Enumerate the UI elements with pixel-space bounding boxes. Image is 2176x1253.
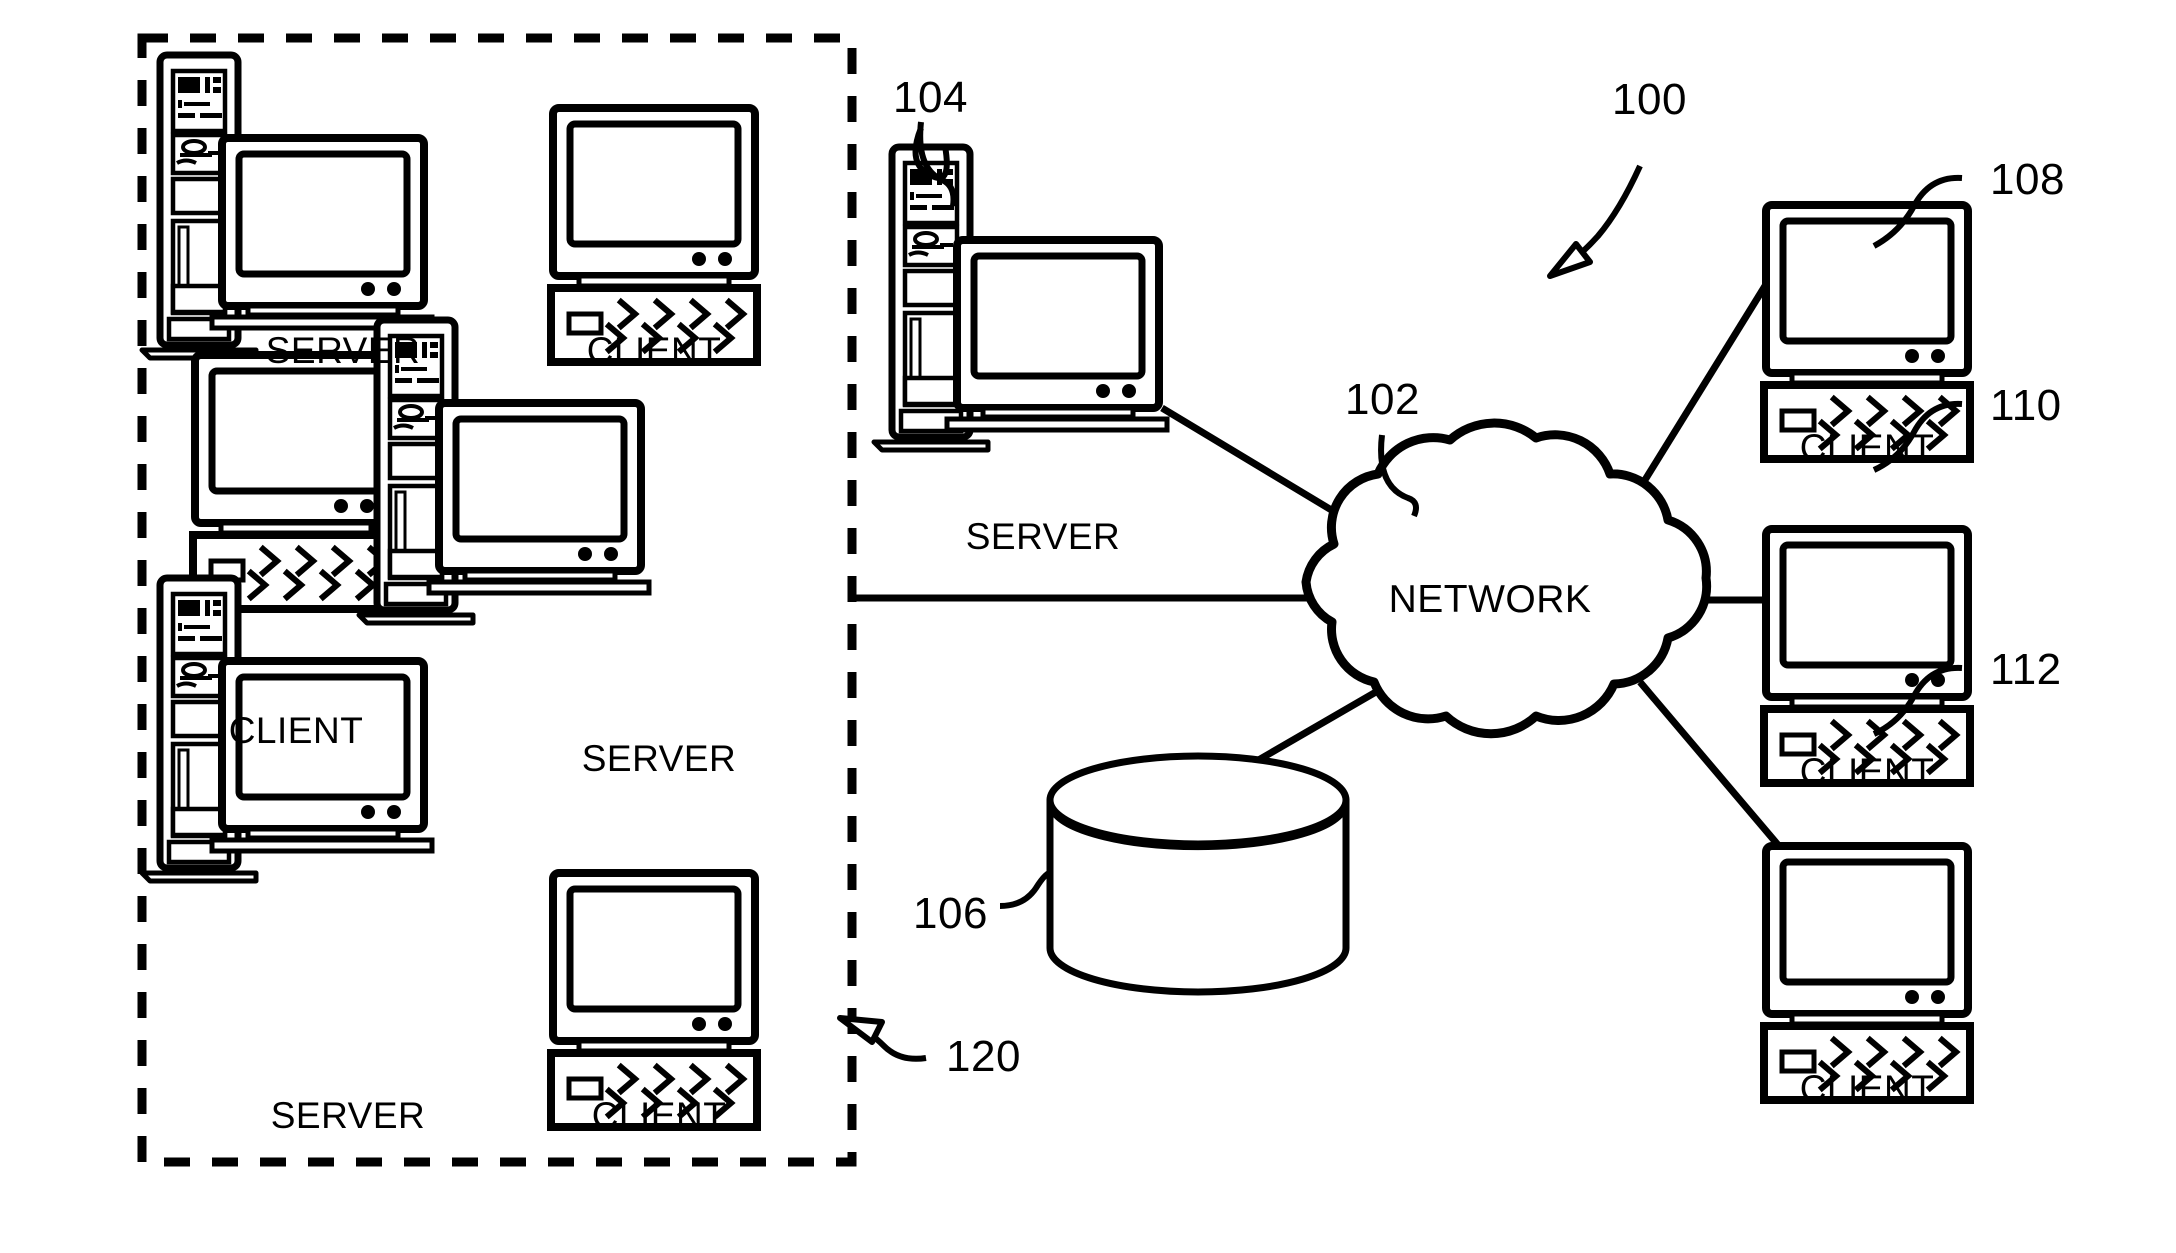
device-client-a [551, 108, 757, 362]
device-client-b [193, 355, 399, 609]
label-client-a: CLIENT [586, 330, 722, 371]
storage-unit-106 [1046, 752, 1350, 996]
reference-numeral-120: 120 [946, 1032, 1021, 1081]
label-client-112: CLIENT [1799, 1068, 1935, 1109]
label-client-c: CLIENT [591, 1095, 727, 1136]
leader-100-arrow [1547, 164, 1643, 279]
label-server-c: SERVER [270, 1095, 426, 1136]
reference-numeral-102: 102 [1345, 375, 1420, 424]
device-client-108 [1764, 205, 1970, 459]
device-client-112 [1764, 846, 1970, 1100]
reference-numeral-100: 100 [1612, 75, 1687, 124]
reference-numeral-112: 112 [1990, 645, 2062, 694]
diagram-canvas [137, 33, 2176, 1167]
reference-numeral-106: 106 [913, 889, 988, 938]
reference-numeral-110: 110 [1990, 381, 2062, 430]
device-server-104 [874, 147, 1167, 450]
label-server-104: SERVER [965, 516, 1121, 557]
leader-120-arrow [837, 1015, 927, 1062]
label-server-a: SERVER [265, 330, 421, 371]
reference-numeral-104: 104 [893, 73, 968, 122]
leader-106 [999, 869, 1053, 909]
patent-figure-network-diagram: SERVER CLIENT CLIENT SERVER SERVER CLIEN… [0, 0, 2176, 1253]
link-server104-to-network [1160, 405, 1350, 523]
label-server-b: SERVER [581, 738, 737, 779]
reference-numeral-108: 108 [1990, 155, 2065, 204]
device-client-110 [1764, 529, 1970, 783]
label-client-108: CLIENT [1799, 427, 1935, 468]
device-server-a [142, 55, 432, 358]
label-client-110: CLIENT [1799, 751, 1935, 792]
network-cloud-label: NETWORK [1388, 578, 1592, 621]
device-client-c [551, 873, 757, 1127]
label-client-b: CLIENT [228, 710, 364, 751]
